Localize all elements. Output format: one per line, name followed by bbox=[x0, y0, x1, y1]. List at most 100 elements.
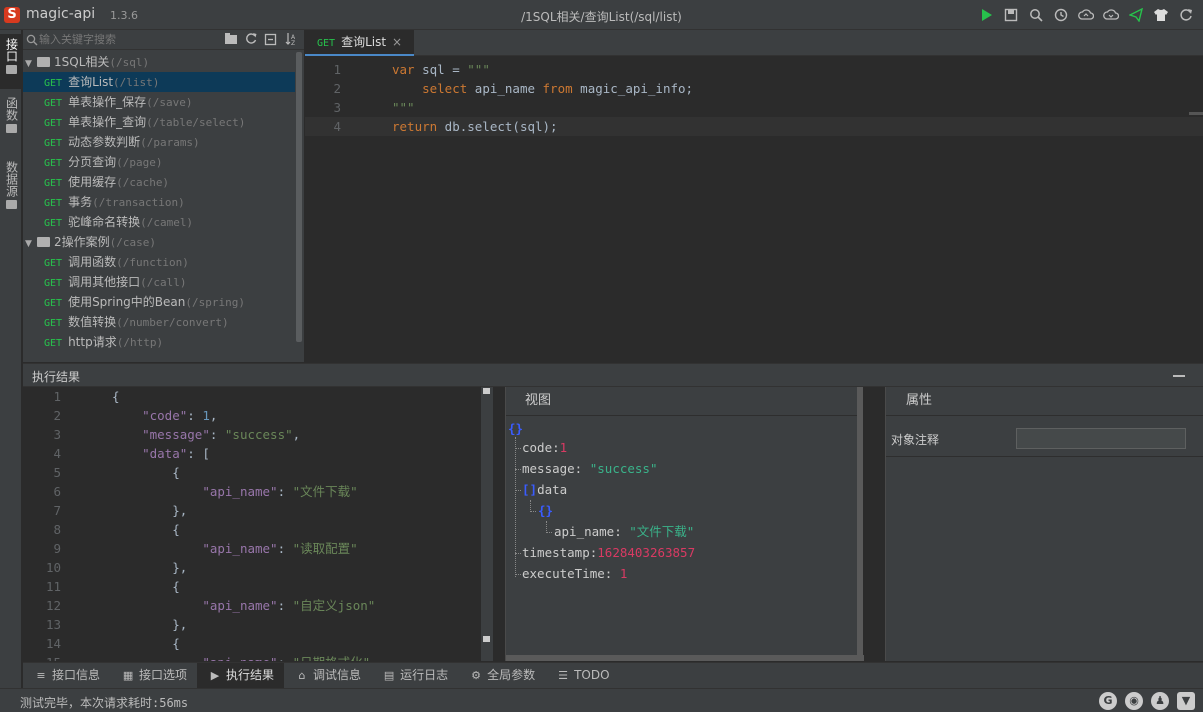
http-method: GET bbox=[44, 118, 63, 129]
skin-icon[interactable] bbox=[1152, 6, 1170, 24]
tree-item-number-convert[interactable]: GET 数值转换(/number/convert) bbox=[23, 312, 295, 332]
json-text: "code": 1, bbox=[112, 406, 217, 425]
rail-tab-function[interactable]: 函数 bbox=[0, 93, 22, 148]
history-icon[interactable] bbox=[1052, 6, 1070, 24]
rail-tab-api[interactable]: 接口 bbox=[0, 34, 22, 89]
tree-item-transaction[interactable]: GET 事务(/transaction) bbox=[23, 192, 295, 212]
rail-tab-datasource[interactable]: 数据源 bbox=[0, 157, 22, 227]
tree-item-http[interactable]: GET http请求(/http) bbox=[23, 332, 295, 352]
run-icon[interactable] bbox=[977, 6, 995, 24]
properties-panel: 属性 对象注释 bbox=[885, 387, 1203, 661]
tree-guide bbox=[515, 448, 521, 449]
json-token: }, bbox=[112, 560, 188, 575]
http-method: GET bbox=[44, 218, 63, 229]
tree-node-timestamp[interactable]: timestamp:1628403263857 bbox=[522, 543, 695, 563]
tree-search-input[interactable] bbox=[39, 32, 219, 48]
svg-text:Z: Z bbox=[291, 40, 295, 47]
refresh-icon[interactable] bbox=[1177, 6, 1195, 24]
rail-tab-api-label: 接口 bbox=[4, 38, 19, 62]
array-icon: [] bbox=[522, 482, 538, 497]
tab-log[interactable]: ▤ 运行日志 bbox=[371, 663, 458, 688]
tree-item-params[interactable]: GET 动态参数判断(/params) bbox=[23, 132, 295, 152]
rail-tab-function-label: 函数 bbox=[4, 97, 19, 121]
tree-node-data-item[interactable]: {} bbox=[538, 501, 553, 521]
tree-node-execute-time[interactable]: executeTime: 1 bbox=[522, 564, 627, 584]
tree-group-sql[interactable]: ▼ 1SQL相关(/sql) bbox=[23, 52, 295, 72]
tree-item-camel[interactable]: GET 驼峰命名转换(/camel) bbox=[23, 212, 295, 232]
tree-item-call[interactable]: GET 调用其他接口(/call) bbox=[23, 272, 295, 292]
group-path: (/sql) bbox=[109, 56, 150, 69]
tree-toolbar: AZ bbox=[224, 31, 298, 47]
gitee-icon[interactable]: G bbox=[1099, 692, 1117, 710]
tab-api-info[interactable]: ≡ 接口信息 bbox=[23, 663, 110, 688]
options-icon: ▦ bbox=[122, 668, 134, 682]
api-path: (/table/select) bbox=[146, 116, 246, 129]
minimize-icon[interactable] bbox=[1173, 375, 1185, 377]
editor-tab-list[interactable]: GET 查询List × bbox=[305, 30, 415, 56]
send-icon[interactable] bbox=[1127, 6, 1145, 24]
qq-icon[interactable]: ♟ bbox=[1151, 692, 1169, 710]
json-token: : bbox=[277, 484, 293, 499]
line-number: 1 bbox=[53, 389, 61, 404]
search-icon[interactable] bbox=[1027, 6, 1045, 24]
shirt-icon[interactable]: ▼ bbox=[1177, 692, 1195, 710]
json-token: { bbox=[112, 389, 120, 404]
save-icon[interactable] bbox=[1002, 6, 1020, 24]
close-icon[interactable]: × bbox=[392, 35, 402, 49]
tree-node-message[interactable]: message: "success" bbox=[522, 459, 657, 479]
scrollbar-thumb[interactable] bbox=[296, 52, 302, 342]
tree-item-page[interactable]: GET 分页查询(/page) bbox=[23, 152, 295, 172]
tab-api-options[interactable]: ▦ 接口选项 bbox=[110, 663, 197, 688]
json-line: 10 }, bbox=[23, 558, 495, 577]
object-comment-input[interactable] bbox=[1016, 428, 1186, 449]
json-token: "api_name" bbox=[202, 541, 278, 556]
tab-result[interactable]: ▶ 执行结果 bbox=[197, 663, 285, 688]
tree-item-function[interactable]: GET 调用函数(/function) bbox=[23, 252, 295, 272]
tree-item-cache[interactable]: GET 使用缓存(/cache) bbox=[23, 172, 295, 192]
line-number: 3 bbox=[53, 427, 61, 442]
api-name: 分页查询 bbox=[68, 155, 117, 169]
result-tree-view: 视图 {} code:1 message: "success" []data {… bbox=[505, 387, 864, 661]
json-token: { bbox=[112, 465, 180, 480]
tree-item-list[interactable]: GET 查询List(/list) bbox=[23, 72, 295, 92]
json-token: : bbox=[209, 427, 225, 442]
sort-icon[interactable]: AZ bbox=[284, 31, 298, 47]
line-number: 4 bbox=[333, 119, 341, 134]
view-vertical-scrollbar[interactable] bbox=[857, 387, 863, 655]
tree-item-save[interactable]: GET 单表操作_保存(/save) bbox=[23, 92, 295, 112]
log-icon: ▤ bbox=[383, 668, 395, 682]
tab-label: 执行结果 bbox=[226, 668, 275, 682]
node-key: code: bbox=[522, 440, 560, 455]
json-token: : bbox=[277, 541, 293, 556]
tree-item-table-select[interactable]: GET 单表操作_查询(/table/select) bbox=[23, 112, 295, 132]
tree-node-code[interactable]: code:1 bbox=[522, 438, 567, 458]
download-icon[interactable] bbox=[1102, 6, 1120, 24]
tree-node-data[interactable]: []data bbox=[522, 480, 567, 500]
tab-todo[interactable]: ☰ TODO bbox=[545, 663, 619, 688]
folder-icon bbox=[5, 124, 17, 133]
result-json-editor[interactable]: 1{2 "code": 1, 3 "message": "success", 4 "… bbox=[23, 387, 495, 661]
api-path: (/cache) bbox=[116, 176, 170, 189]
tree-scrollbar[interactable] bbox=[295, 52, 303, 360]
new-folder-icon[interactable] bbox=[224, 31, 238, 47]
tree-group-case[interactable]: ▼ 2操作案例(/case) bbox=[23, 232, 295, 252]
http-method: GET bbox=[44, 98, 63, 109]
tab-global-params[interactable]: ⚙ 全局参数 bbox=[458, 663, 545, 688]
code-area[interactable]: 1 var sql = """ 2 select api_name from ma… bbox=[305, 60, 1203, 136]
tree-node-api-name[interactable]: api_name: "文件下载" bbox=[554, 522, 694, 542]
http-method: GET bbox=[44, 78, 63, 89]
refresh-icon[interactable] bbox=[244, 31, 258, 47]
upload-icon[interactable] bbox=[1077, 6, 1095, 24]
github-icon[interactable]: ◉ bbox=[1125, 692, 1143, 710]
tab-debug[interactable]: ⌂ 调试信息 bbox=[284, 663, 371, 688]
json-scrollbar[interactable] bbox=[481, 387, 493, 661]
json-text: "api_name": "文件下载" bbox=[112, 482, 357, 501]
view-horizontal-scrollbar[interactable] bbox=[506, 655, 864, 661]
scroll-thumb[interactable] bbox=[483, 636, 490, 642]
tree-node-root[interactable]: {} bbox=[508, 419, 523, 439]
tree-item-spring[interactable]: GET 使用Spring中的Bean(/spring) bbox=[23, 292, 295, 312]
scroll-up-icon[interactable] bbox=[483, 388, 490, 394]
http-method: GET bbox=[44, 298, 63, 309]
collapse-all-icon[interactable] bbox=[264, 31, 278, 47]
http-method: GET bbox=[44, 158, 63, 169]
